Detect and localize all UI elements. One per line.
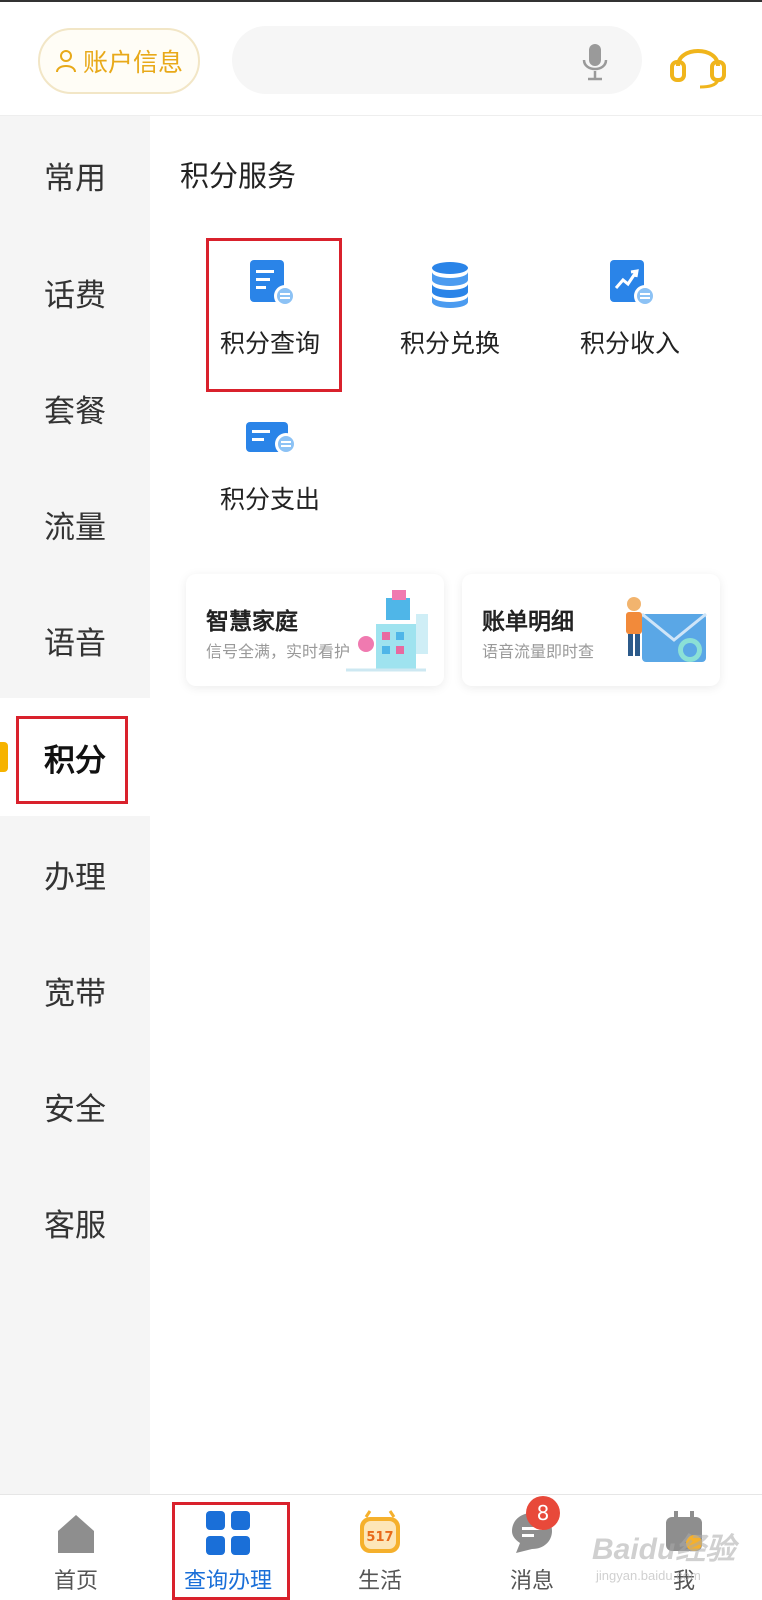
sidebar-item-label: 积分 [44,742,106,779]
sidebar-item-label: 常用 [44,160,106,197]
nav-home[interactable]: 首页 [0,1495,152,1600]
sidebar-item-customer-service[interactable]: 客服 [0,1163,150,1281]
life-517-icon: 517 [360,1510,400,1553]
service-label: 积分查询 [219,329,320,358]
nav-label: 生活 [357,1569,402,1594]
baidu-watermark: Baidu经验 jingyan.baidu.com [586,1500,756,1596]
sidebar-item-label: 套餐 [44,393,106,430]
points-exchange-icon [432,262,468,308]
sidebar-item-points[interactable]: 积分 [0,698,150,816]
sidebar-item-common[interactable]: 常用 [0,116,150,234]
sidebar-item-security[interactable]: 安全 [0,1047,150,1165]
message-count-badge: 8 [526,1496,560,1530]
service-points-income[interactable]: 积分收入 [540,258,720,388]
nav-label: 首页 [53,1569,98,1594]
account-info-button[interactable]: 账户信息 [38,28,200,94]
points-query-icon [250,260,296,307]
service-label: 积分兑换 [399,329,500,358]
sidebar-item-label: 宽带 [44,975,106,1012]
sidebar-item-phone-fee[interactable]: 话费 [0,233,150,351]
card-title: 智慧家庭 [206,609,298,635]
card-subtitle: 语音流量即时查 [482,642,595,661]
sidebar-item-handle[interactable]: 办理 [0,815,150,933]
sidebar-item-label: 话费 [44,277,106,314]
smart-home-illustration-icon [346,590,428,672]
life-517-text: 517 [366,1530,393,1545]
nav-label: 查询办理 [183,1569,272,1594]
bill-details-illustration-icon [626,597,707,662]
points-income-icon [610,260,656,307]
search-input[interactable] [232,26,642,94]
watermark-line1: Baidu经验 [592,1533,736,1566]
active-indicator [0,742,8,772]
service-points-query[interactable]: 积分查询 [180,258,360,388]
sidebar-item-label: 客服 [44,1207,106,1244]
service-label: 积分收入 [579,329,680,358]
person-icon [55,50,76,73]
home-icon [58,1515,94,1553]
watermark-line2: jingyan.baidu.com [596,1568,701,1583]
sidebar-item-label: 安全 [44,1091,106,1128]
sidebar-item-data[interactable]: 流量 [0,465,150,583]
smart-home-card[interactable]: 智慧家庭 信号全满，实时看护 [186,574,444,686]
sidebar-item-package[interactable]: 套餐 [0,349,150,467]
card-subtitle: 信号全满，实时看护 [206,642,351,661]
sidebar-item-label: 流量 [44,509,106,546]
grid-icon [206,1511,250,1555]
nav-life[interactable]: 517 生活 [304,1495,456,1600]
sidebar-item-label: 办理 [44,859,106,896]
headset-icon[interactable] [668,32,728,90]
microphone-icon[interactable] [580,42,610,82]
nav-query-handle[interactable]: 查询办理 [152,1495,304,1600]
service-points-expense[interactable]: 积分支出 [180,414,360,544]
category-sidebar: 常用 话费 套餐 流量 语音 积分 办理 宽带 安全 客服 [0,116,150,1494]
section-title: 积分服务 [180,159,297,193]
top-bar: 账户信息 [0,0,762,116]
sidebar-item-voice[interactable]: 语音 [0,581,150,699]
service-points-exchange[interactable]: 积分兑换 [360,258,540,388]
sidebar-item-broadband[interactable]: 宽带 [0,931,150,1049]
points-expense-icon [246,422,297,455]
service-label: 积分支出 [219,485,320,514]
sidebar-item-label: 语音 [44,625,106,662]
bill-details-card[interactable]: 账单明细 语音流量即时查 [462,574,720,686]
account-info-label: 账户信息 [82,48,183,77]
card-title: 账单明细 [482,609,574,635]
